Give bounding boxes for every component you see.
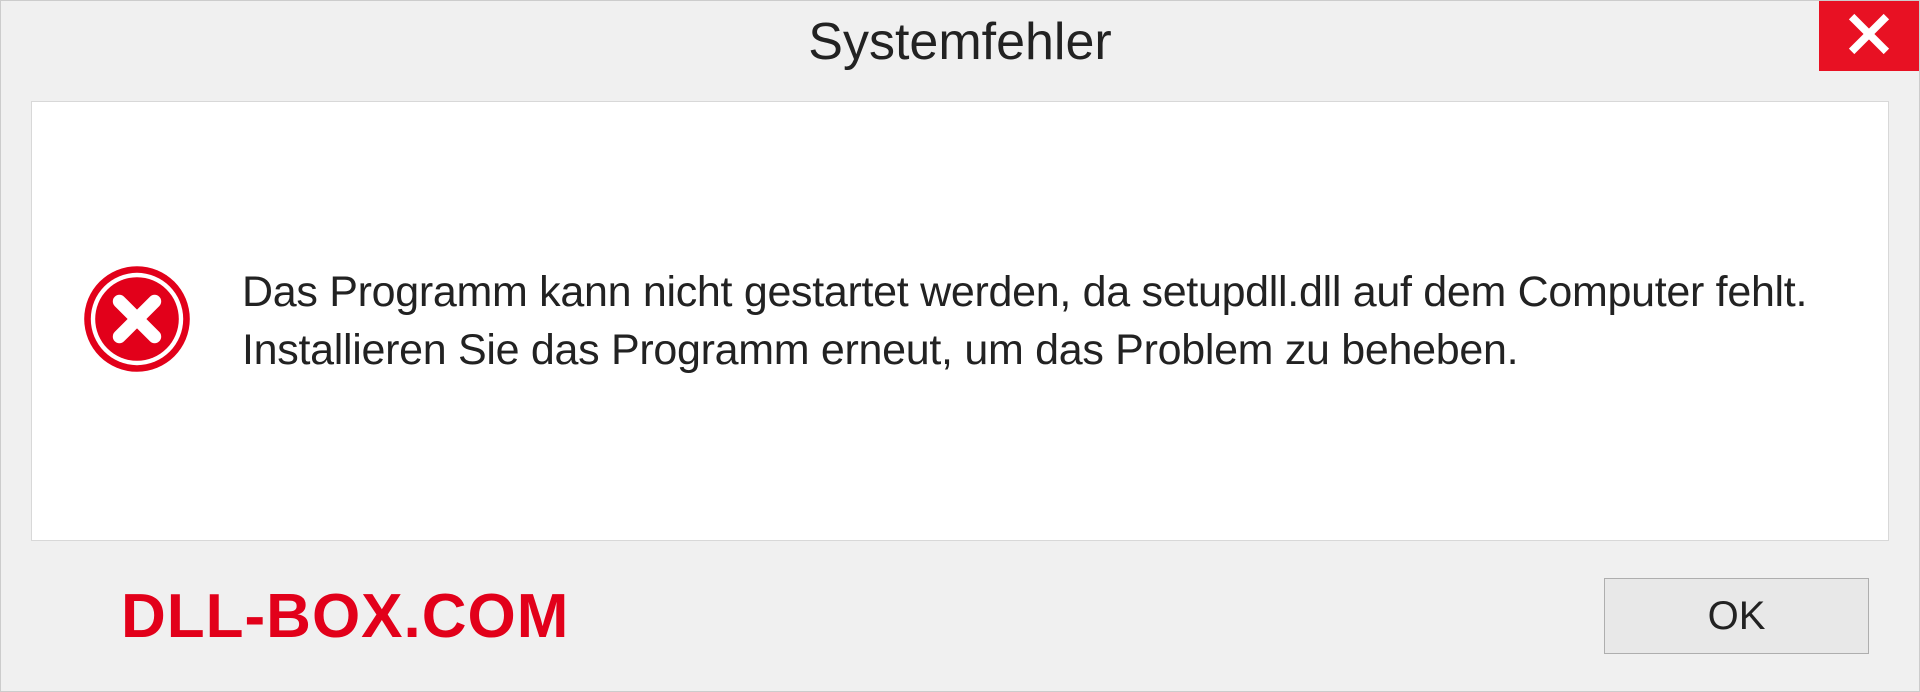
error-icon [82, 264, 192, 379]
dialog-title: Systemfehler [808, 12, 1111, 72]
error-dialog: Systemfehler Das Programm kann nicht ges… [0, 0, 1920, 692]
close-icon [1847, 12, 1891, 61]
close-button[interactable] [1819, 1, 1919, 71]
content-area: Das Programm kann nicht gestartet werden… [31, 101, 1889, 541]
ok-button-label: OK [1708, 594, 1766, 639]
watermark-text: DLL-BOX.COM [121, 581, 569, 652]
titlebar: Systemfehler [1, 1, 1919, 83]
footer: DLL-BOX.COM OK [1, 541, 1919, 691]
error-message: Das Programm kann nicht gestartet werden… [242, 263, 1838, 379]
ok-button[interactable]: OK [1604, 578, 1869, 654]
